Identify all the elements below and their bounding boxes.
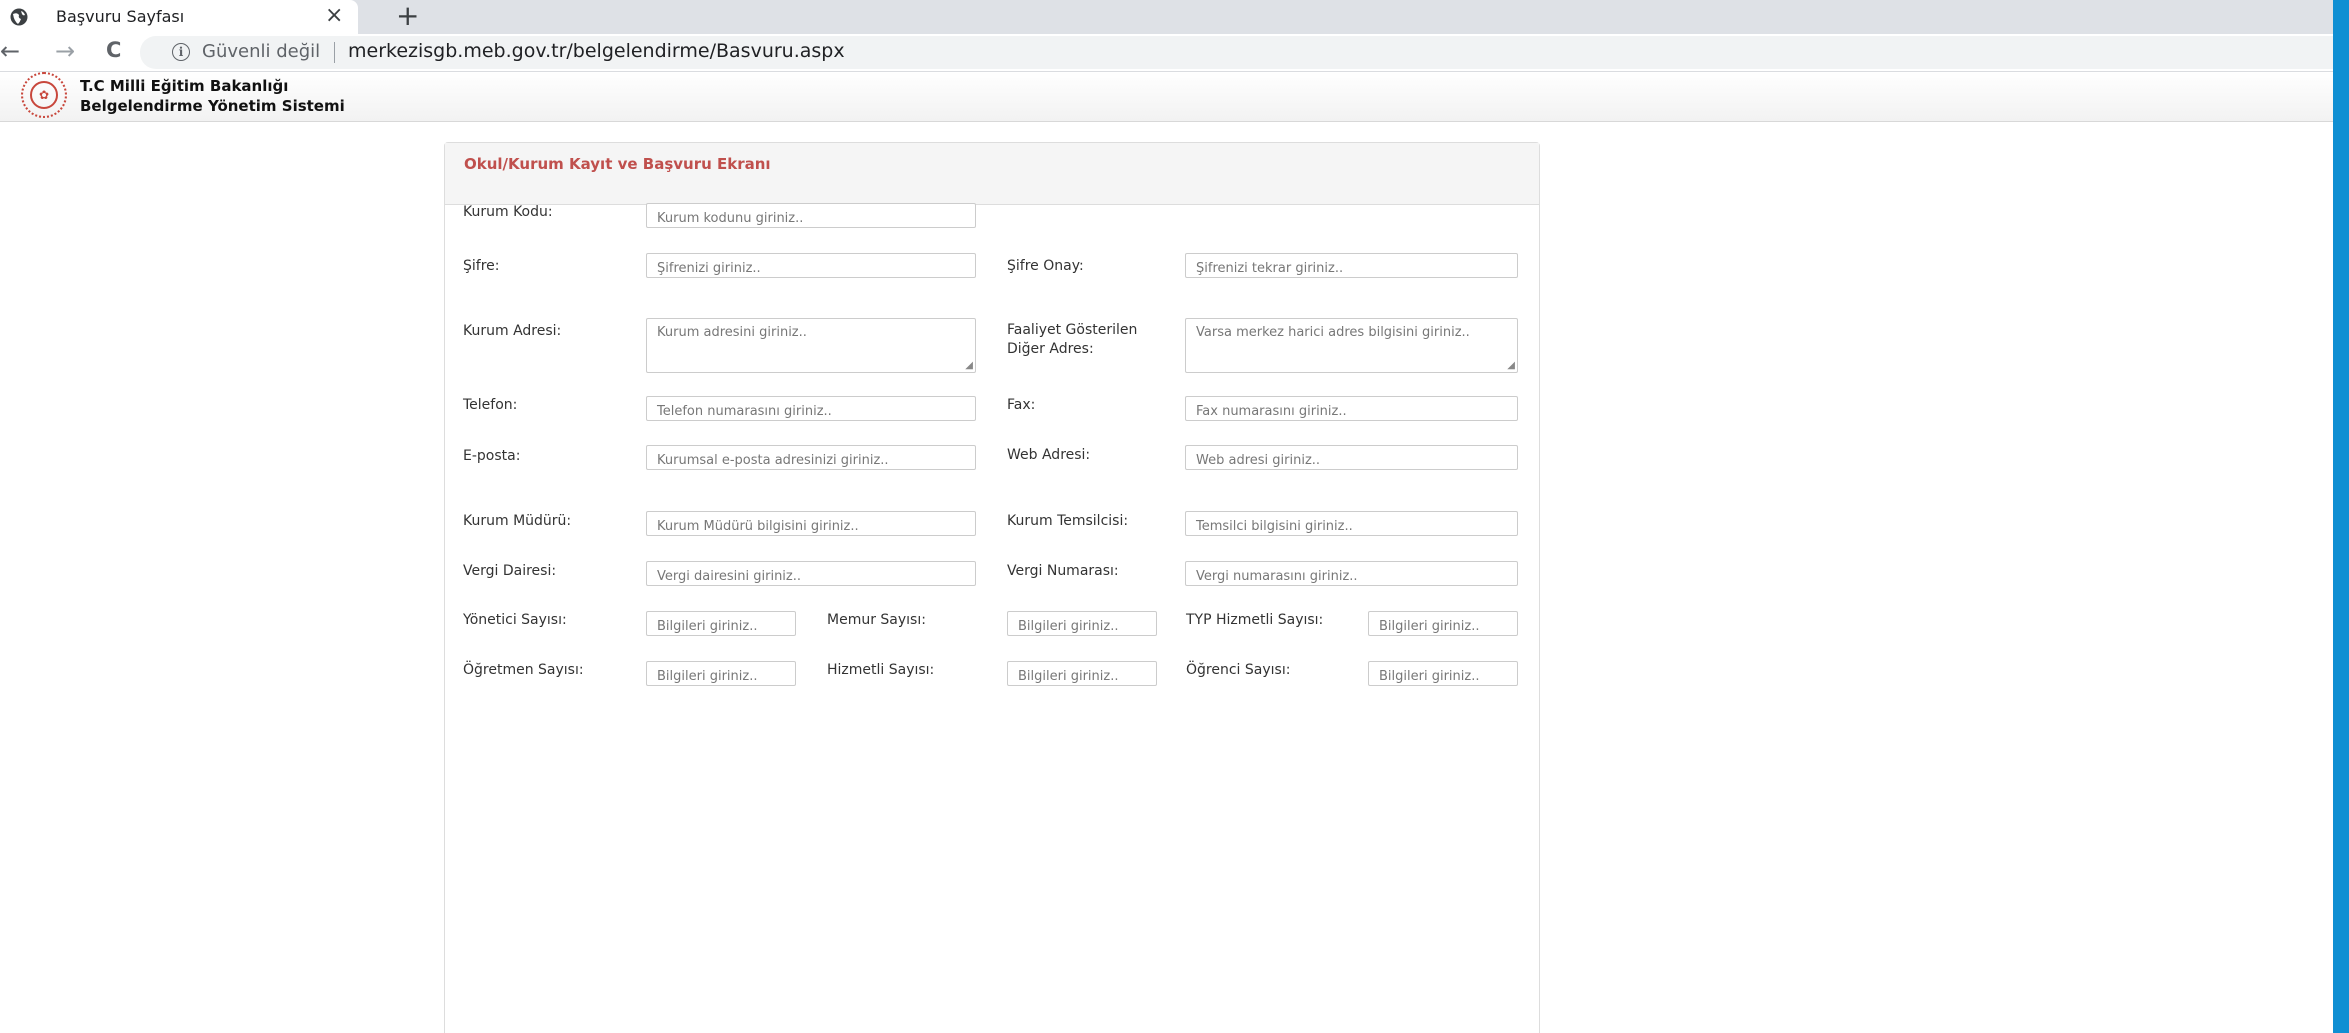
sifre-input[interactable]: Şifrenizi giriniz.. [646,253,976,278]
tab-close-icon[interactable]: × [325,3,343,28]
vergi-no-input[interactable]: Vergi numarasını giriniz.. [1185,561,1518,586]
globe-icon [10,8,28,26]
diger-adres-textarea[interactable]: Varsa merkez harici adres bilgisini giri… [1185,318,1518,373]
diger-adres-label-line1: Faaliyet Gösterilen [1007,322,1138,338]
memur-label: Memur Sayısı: [827,612,926,628]
forward-icon[interactable]: → [55,37,75,65]
tab-basvuru[interactable]: Başvuru Sayfası × [0,0,358,34]
sifre-label: Şifre: [463,258,500,274]
memur-input[interactable]: Bilgileri giriniz.. [1007,611,1157,636]
yonetici-label: Yönetici Sayısı: [463,612,567,628]
ogretmen-label: Öğretmen Sayısı: [463,662,584,678]
address-bar[interactable]: i Güvenli değil merkezisgb.meb.gov.tr/be… [140,36,2333,69]
typ-label: TYP Hizmetli Sayısı: [1186,612,1324,628]
meb-logo: ✿ [21,72,67,118]
telefon-input[interactable]: Telefon numarasını giriniz.. [646,396,976,421]
url-text[interactable]: merkezisgb.meb.gov.tr/belgelendirme/Basv… [348,40,845,62]
registration-panel: Okul/Kurum Kayıt ve Başvuru Ekranı Kurum… [444,142,1540,1033]
vergi-dairesi-input[interactable]: Vergi dairesini giriniz.. [646,561,976,586]
temsilci-label: Kurum Temsilcisi: [1007,513,1129,529]
kurum-adresi-label: Kurum Adresi: [463,323,562,339]
browser-window: Başvuru Sayfası × + ← → C i Güvenli deği… [0,0,2333,1033]
tab-title: Başvuru Sayfası [56,7,185,26]
panel-title: Okul/Kurum Kayıt ve Başvuru Ekranı [464,155,771,173]
kurum-kodu-input[interactable]: Kurum kodunu giriniz.. [646,203,976,228]
site-title-line2: Belgelendirme Yönetim Sistemi [80,97,345,115]
ogrenci-label: Öğrenci Sayısı: [1186,662,1291,678]
hizmetli-input[interactable]: Bilgileri giriniz.. [1007,661,1157,686]
sifre-onay-input[interactable]: Şifrenizi tekrar giriniz.. [1185,253,1518,278]
kurum-adresi-placeholder: Kurum adresini giriniz.. [657,325,807,340]
diger-adres-placeholder: Varsa merkez harici adres bilgisini giri… [1196,325,1470,340]
panel-heading: Okul/Kurum Kayıt ve Başvuru Ekranı [445,143,1539,205]
resize-handle-icon[interactable]: ◢ [965,361,973,371]
eposta-input[interactable]: Kurumsal e-posta adresinizi giriniz.. [646,445,976,470]
typ-input[interactable]: Bilgileri giriniz.. [1368,611,1518,636]
web-label: Web Adresi: [1007,447,1091,463]
web-input[interactable]: Web adresi giriniz.. [1185,445,1518,470]
site-title-line1: T.C Milli Eğitim Bakanlığı [80,77,289,95]
reload-icon[interactable]: C [106,38,121,62]
ogretmen-input[interactable]: Bilgileri giriniz.. [646,661,796,686]
sifre-onay-label: Şifre Onay: [1007,258,1084,274]
yonetici-input[interactable]: Bilgileri giriniz.. [646,611,796,636]
vergi-dairesi-label: Vergi Dairesi: [463,563,557,579]
back-icon[interactable]: ← [0,37,20,65]
browser-toolbar: ← → C i Güvenli değil merkezisgb.meb.gov… [0,34,2333,72]
temsilci-input[interactable]: Temsilci bilgisini giriniz.. [1185,511,1518,536]
kurum-kodu-label: Kurum Kodu: [463,204,553,220]
security-status[interactable]: Güvenli değil [202,41,320,62]
kurum-adresi-textarea[interactable]: Kurum adresini giriniz.. ◢ [646,318,976,373]
hizmetli-label: Hizmetli Sayısı: [827,662,935,678]
mudur-label: Kurum Müdürü: [463,513,572,529]
fax-label: Fax: [1007,397,1036,413]
ogrenci-input[interactable]: Bilgileri giriniz.. [1368,661,1518,686]
telefon-label: Telefon: [463,397,518,413]
eposta-label: E-posta: [463,448,521,464]
mudur-input[interactable]: Kurum Müdürü bilgisini giriniz.. [646,511,976,536]
info-icon[interactable]: i [172,43,190,61]
new-tab-button[interactable]: + [396,0,419,32]
fax-input[interactable]: Fax numarasını giriniz.. [1185,396,1518,421]
diger-adres-label-line2: Diğer Adres: [1007,341,1094,357]
resize-handle-icon[interactable]: ◢ [1507,361,1515,371]
site-header: ✿ T.C Milli Eğitim Bakanlığı Belgelendir… [0,72,2333,122]
vergi-no-label: Vergi Numarası: [1007,563,1119,579]
url-separator [334,42,335,63]
tab-strip: Başvuru Sayfası × + [0,0,2333,34]
